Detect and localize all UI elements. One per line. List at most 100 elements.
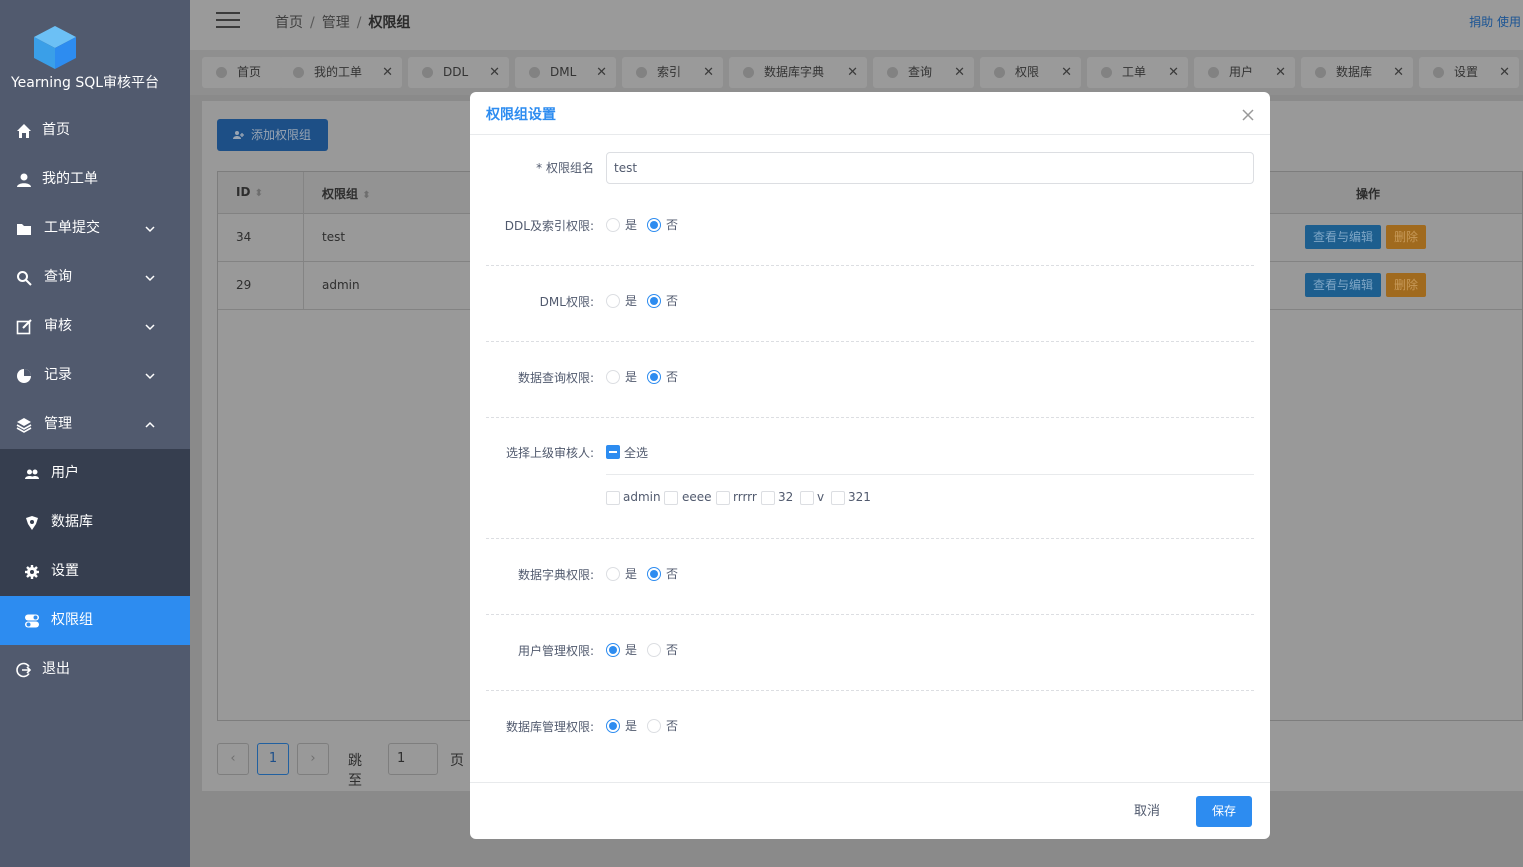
modal-header: 权限组设置 [470, 92, 1270, 135]
cube-logo-icon [34, 26, 76, 69]
auditor-checkbox[interactable] [800, 491, 814, 505]
add-permission-group-button[interactable]: 添加权限组 [217, 119, 328, 151]
tag-index[interactable]: 索引 ✕ [622, 57, 723, 88]
tag-label: 数据库 [1336, 65, 1373, 79]
tag-permission[interactable]: 权限 ✕ [980, 57, 1081, 88]
view-edit-button[interactable]: 查看与编辑 [1305, 225, 1381, 249]
home-icon [17, 124, 31, 138]
auditor-option: 321 [848, 490, 871, 504]
menu-toggle-icon[interactable] [216, 12, 240, 30]
sidebar-item-audit[interactable]: 审核 [0, 302, 190, 351]
tag-label: 我的工单 [314, 65, 363, 79]
dict-permission-label: 数据字典权限: [517, 568, 594, 582]
tag-settings[interactable]: 设置 ✕ [1419, 57, 1519, 88]
sidebar-item-manage[interactable]: 管理 [0, 400, 190, 449]
close-icon[interactable]: ✕ [1275, 57, 1286, 88]
radio-circle [606, 294, 620, 308]
add-people-icon [233, 131, 244, 139]
chevron-up-icon [145, 421, 155, 428]
auditor-checkbox[interactable] [761, 491, 775, 505]
donate-link[interactable]: 捐助 使用 [1469, 13, 1521, 30]
sidebar-item-my-tickets[interactable]: 我的工单 [0, 155, 190, 204]
tag-home[interactable]: 首页 [202, 57, 283, 88]
breadcrumb-home[interactable]: 首页 [275, 15, 303, 31]
auditor-checkbox[interactable] [664, 491, 678, 505]
tag-users[interactable]: 用户 ✕ [1194, 57, 1295, 88]
tag-query[interactable]: 查询 ✕ [873, 57, 974, 88]
page-suffix: 页 [450, 753, 464, 769]
breadcrumb-current: 权限组 [368, 15, 411, 31]
next-page-button[interactable]: › [297, 743, 329, 775]
sidebar-item-database[interactable]: 数据库 [0, 498, 190, 547]
radio-circle-checked [647, 294, 661, 308]
cell-id: 34 [236, 230, 252, 244]
tag-dot-icon [994, 67, 1005, 78]
auditor-label: 选择上级审核人: [505, 446, 594, 460]
radio-label: 否 [666, 218, 679, 232]
close-icon[interactable]: ✕ [1393, 57, 1404, 88]
close-icon[interactable]: ✕ [382, 57, 393, 88]
dml-permission-label: DML权限: [539, 295, 594, 309]
radio-circle-checked [647, 218, 661, 232]
delete-button[interactable]: 删除 [1386, 273, 1426, 297]
sidebar-item-records[interactable]: 记录 [0, 351, 190, 400]
sidebar-item-home[interactable]: 首页 [0, 106, 190, 155]
save-button[interactable]: 保存 [1196, 796, 1252, 827]
tag-dml[interactable]: DML ✕ [515, 57, 616, 88]
tag-dot-icon [422, 67, 433, 78]
close-icon[interactable]: ✕ [1061, 57, 1072, 88]
radio-label: 否 [666, 643, 679, 657]
tag-ddl[interactable]: DDL ✕ [408, 57, 509, 88]
sidebar-item-query[interactable]: 查询 [0, 253, 190, 302]
sidebar-item-logout[interactable]: 退出 [0, 645, 190, 694]
cancel-button[interactable]: 取消 [1114, 796, 1180, 828]
tag-dot-icon [636, 67, 647, 78]
tag-my-tickets[interactable]: 我的工单 ✕ [279, 57, 402, 88]
close-icon[interactable]: ✕ [847, 57, 858, 88]
sidebar-item-users[interactable]: 用户 [0, 449, 190, 498]
group-name-input[interactable]: test [606, 152, 1254, 184]
tag-label: 设置 [1454, 65, 1479, 79]
tag-label: 查询 [908, 65, 933, 79]
auditor-checkbox[interactable] [606, 491, 620, 505]
radio-label: 是 [625, 719, 638, 733]
tag-database[interactable]: 数据库 ✕ [1301, 57, 1413, 88]
close-icon[interactable]: ✕ [1168, 57, 1179, 88]
divider [606, 474, 1254, 475]
jump-page-input[interactable]: 1 [388, 743, 438, 775]
tag-db-dict[interactable]: 数据库字典 ✕ [729, 57, 867, 88]
sidebar-item-settings[interactable]: 设置 [0, 547, 190, 596]
tag-ticket[interactable]: 工单 ✕ [1087, 57, 1188, 88]
view-edit-button[interactable]: 查看与编辑 [1305, 273, 1381, 297]
close-icon[interactable] [1240, 107, 1256, 123]
auditor-option: rrrrr [733, 490, 757, 504]
prev-page-button[interactable]: ‹ [217, 743, 249, 775]
delete-button[interactable]: 删除 [1386, 225, 1426, 249]
cell-name: admin [322, 278, 360, 292]
sidebar-item-label: 权限组 [51, 612, 93, 628]
auditor-checkbox[interactable] [831, 491, 845, 505]
col-id-header[interactable]: ID ⬍ [236, 185, 263, 199]
select-all-label: 全选 [624, 446, 649, 460]
people-icon [25, 469, 39, 479]
radio-label: 否 [666, 294, 679, 308]
select-all-checkbox[interactable] [606, 445, 620, 459]
close-icon[interactable]: ✕ [954, 57, 965, 88]
close-icon[interactable]: ✕ [489, 57, 500, 88]
breadcrumb-manage[interactable]: 管理 [322, 15, 350, 31]
folder-icon [17, 224, 31, 235]
logout-icon [16, 662, 32, 678]
tag-label: 数据库字典 [764, 65, 825, 79]
close-icon[interactable]: ✕ [703, 57, 714, 88]
col-ops-header: 操作 [1356, 187, 1381, 201]
close-icon[interactable]: ✕ [596, 57, 607, 88]
page-1-button[interactable]: 1 [257, 743, 289, 775]
close-icon[interactable]: ✕ [1499, 57, 1510, 88]
sidebar-item-submit[interactable]: 工单提交 [0, 204, 190, 253]
sidebar-item-permission-group[interactable]: 权限组 [0, 596, 190, 645]
layers-icon [16, 418, 32, 433]
auditor-checkbox[interactable] [716, 491, 730, 505]
col-group-header[interactable]: 权限组 ⬍ [322, 185, 371, 202]
divider [486, 690, 1254, 691]
tag-label: 索引 [657, 65, 682, 79]
